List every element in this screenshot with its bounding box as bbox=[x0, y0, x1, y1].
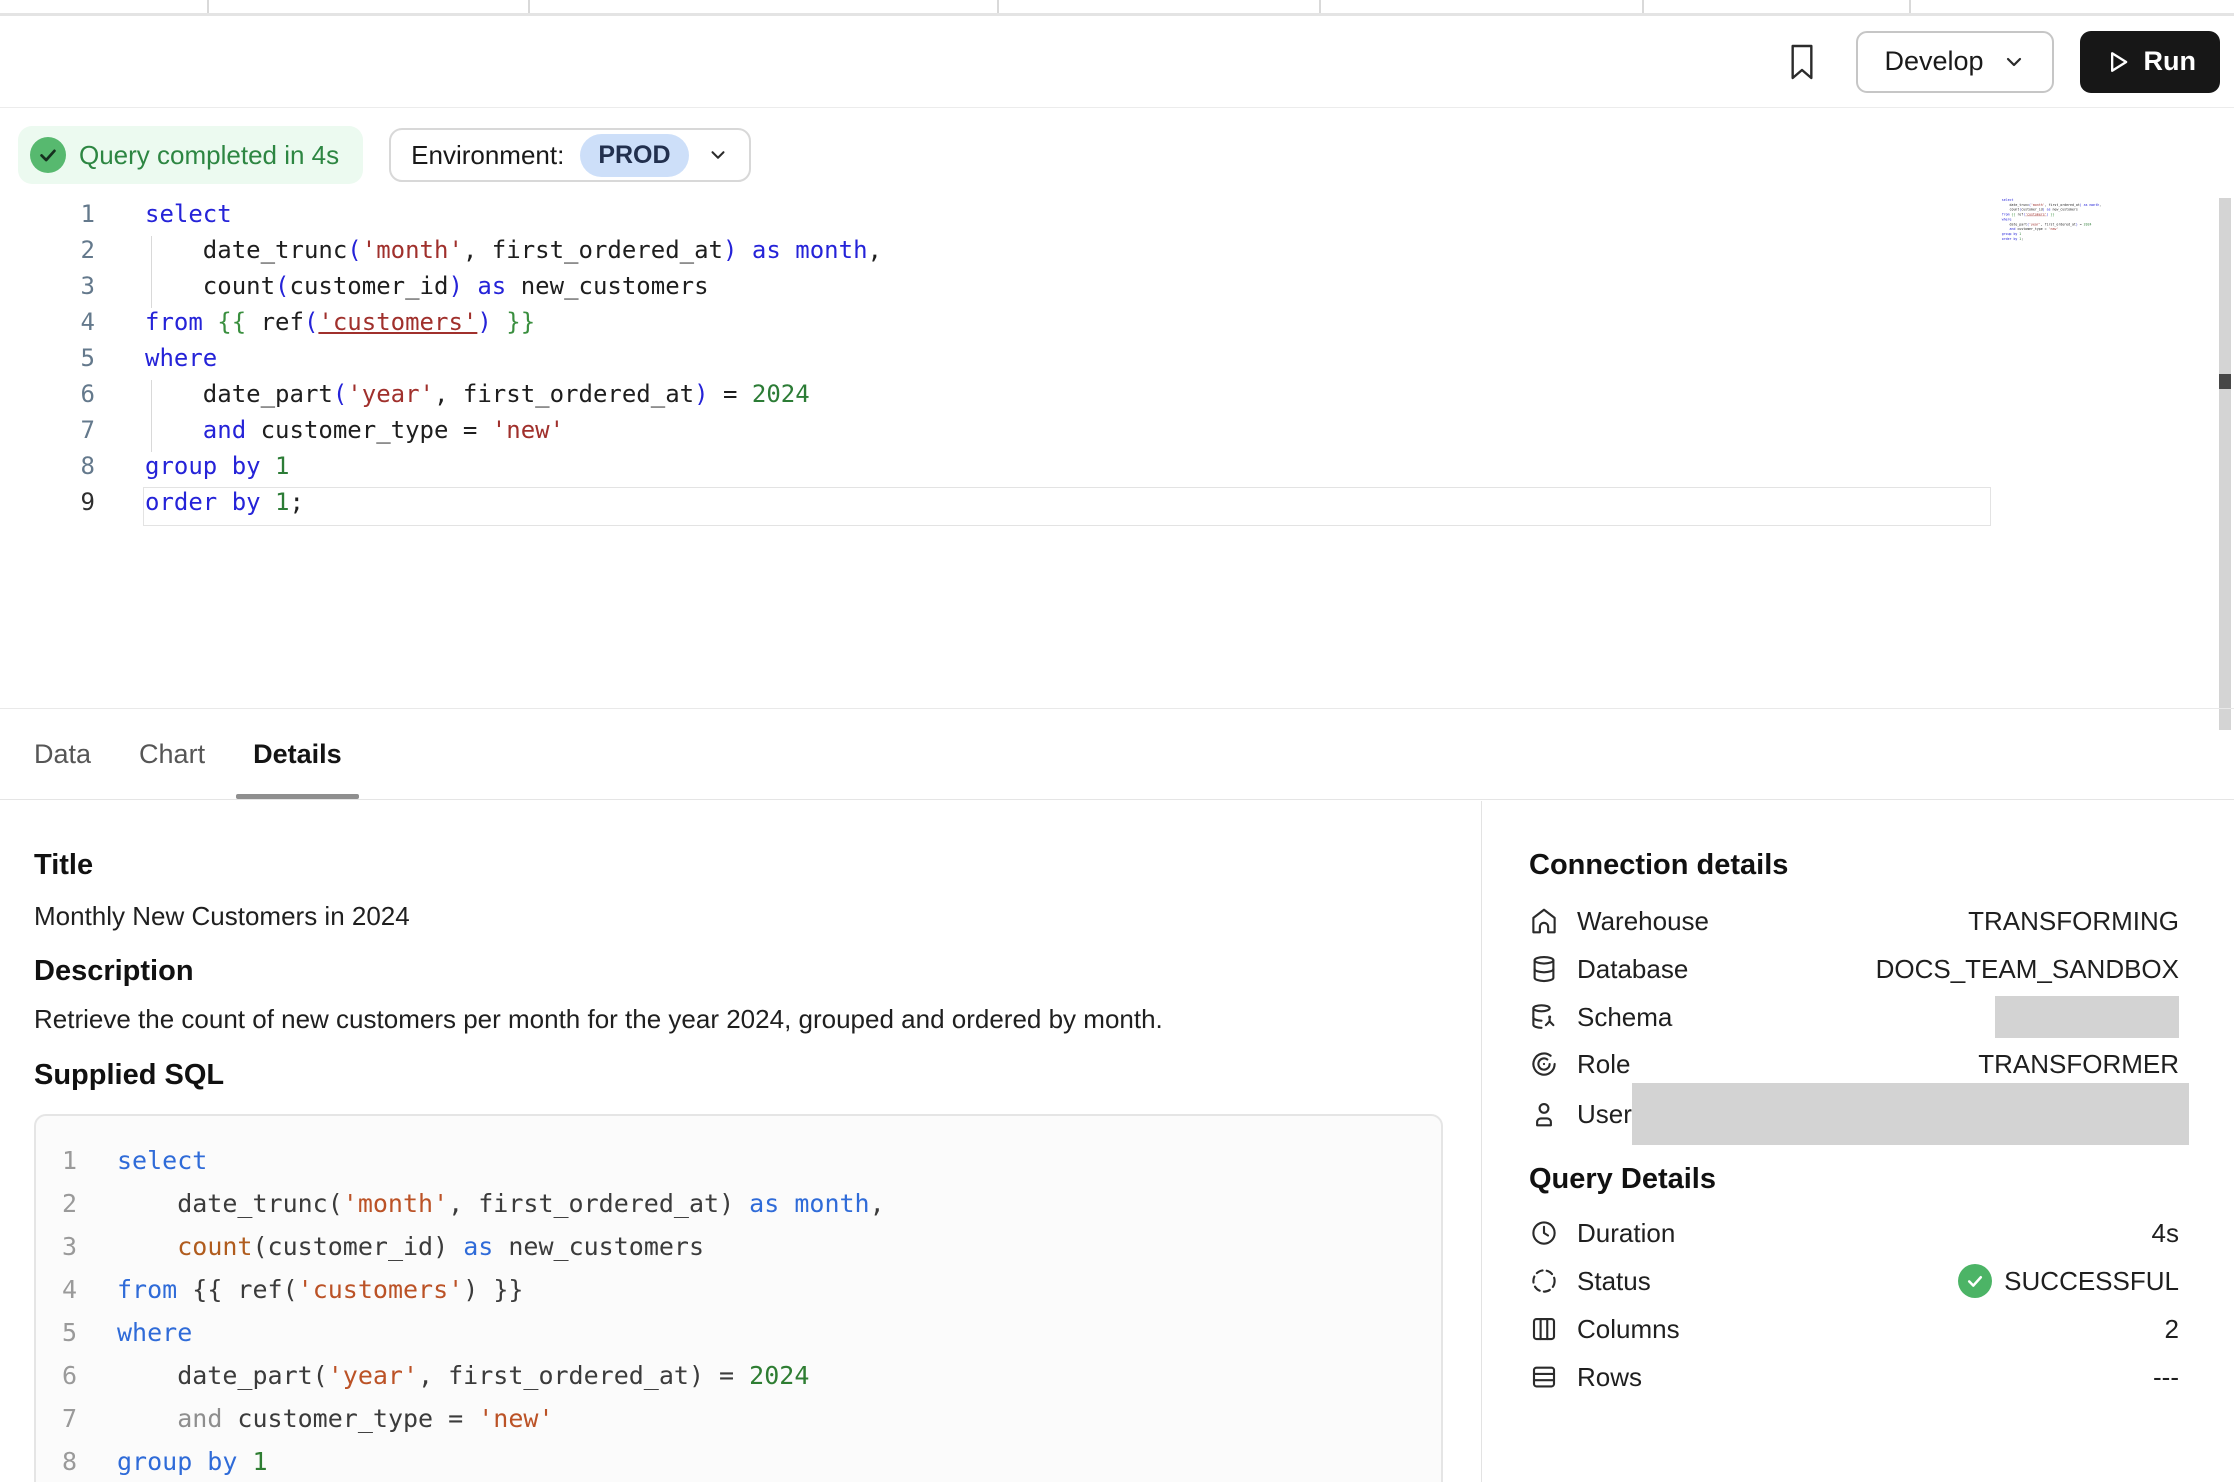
status-row: Query completed in 4s Environment: PROD bbox=[0, 109, 2234, 201]
row-value: 2 bbox=[2165, 1314, 2179, 1345]
play-icon bbox=[2104, 48, 2132, 76]
scrollbar-handle[interactable] bbox=[2219, 374, 2231, 389]
row-value: --- bbox=[2153, 1362, 2179, 1393]
run-label: Run bbox=[2144, 46, 2196, 77]
connection-row-user: User bbox=[1529, 1090, 2179, 1138]
minimap-code: select date_trunc('month', first_ordered… bbox=[1995, 198, 2101, 242]
supplied-sql-heading: Supplied SQL bbox=[34, 1059, 224, 1092]
query-status-text: Query completed in 4s bbox=[79, 140, 339, 171]
editor-minimap[interactable]: select date_trunc('month', first_ordered… bbox=[1995, 198, 2101, 258]
app-screen: Develop Run Query completed i bbox=[0, 0, 2234, 1482]
row-label: Status bbox=[1577, 1266, 1651, 1297]
success-check-icon bbox=[1958, 1264, 1992, 1298]
status-icon bbox=[1529, 1266, 1563, 1296]
connection-row-schema: Schema bbox=[1529, 993, 2179, 1041]
query-status-badge: Query completed in 4s bbox=[18, 126, 363, 184]
query-row-rows: Rows --- bbox=[1529, 1353, 2179, 1401]
active-line-highlight bbox=[143, 487, 1991, 526]
top-strip-divider bbox=[1909, 0, 1911, 13]
environment-value-chip: PROD bbox=[580, 134, 688, 177]
indent-guide bbox=[151, 380, 152, 452]
title-heading: Title bbox=[34, 849, 93, 882]
connection-row-warehouse: Warehouse TRANSFORMING bbox=[1529, 897, 2179, 945]
check-circle-icon bbox=[30, 137, 66, 173]
row-label: Columns bbox=[1577, 1314, 1680, 1345]
bookmark-icon bbox=[1786, 43, 1818, 81]
editor-code: 1select2 date_trunc('month', first_order… bbox=[0, 200, 2234, 524]
description-value: Retrieve the count of new customers per … bbox=[34, 1004, 1163, 1035]
row-value-redacted bbox=[1995, 996, 2179, 1038]
editor-scrollbar[interactable] bbox=[2219, 198, 2231, 730]
duration-icon bbox=[1529, 1218, 1563, 1248]
chevron-down-icon bbox=[707, 144, 729, 166]
header-toolbar: Develop Run bbox=[0, 16, 2234, 108]
query-row-status: Status SUCCESSFUL bbox=[1529, 1257, 2179, 1305]
status-text: SUCCESSFUL bbox=[2004, 1266, 2179, 1297]
top-strip bbox=[0, 0, 2234, 16]
details-right-panel: Connection details Warehouse TRANSFORMIN… bbox=[1481, 801, 2234, 1482]
description-heading: Description bbox=[34, 955, 194, 988]
row-label: User bbox=[1577, 1099, 1632, 1130]
row-label: Duration bbox=[1577, 1218, 1675, 1249]
top-strip-divider bbox=[997, 0, 999, 13]
top-strip-divider bbox=[528, 0, 530, 13]
schema-icon bbox=[1529, 1002, 1563, 1032]
row-label: Schema bbox=[1577, 1002, 1672, 1033]
status-value: SUCCESSFUL bbox=[1958, 1264, 2179, 1298]
rows-icon bbox=[1529, 1362, 1563, 1392]
row-value: TRANSFORMER bbox=[1978, 1049, 2179, 1080]
row-value: DOCS_TEAM_SANDBOX bbox=[1876, 954, 2179, 985]
row-value-redacted bbox=[1632, 1083, 2189, 1145]
tab-data[interactable]: Data bbox=[34, 709, 91, 799]
row-label: Warehouse bbox=[1577, 906, 1709, 937]
develop-dropdown[interactable]: Develop bbox=[1856, 31, 2053, 93]
row-label: Role bbox=[1577, 1049, 1630, 1080]
row-label: Database bbox=[1577, 954, 1688, 985]
query-row-duration: Duration 4s bbox=[1529, 1209, 2179, 1257]
connection-details-heading: Connection details bbox=[1529, 849, 1788, 882]
results-tabbar: Data Chart Details bbox=[0, 708, 2234, 800]
top-strip-divider bbox=[1642, 0, 1644, 13]
tab-chart[interactable]: Chart bbox=[139, 709, 205, 799]
develop-label: Develop bbox=[1884, 46, 1983, 77]
sql-editor[interactable]: 1select2 date_trunc('month', first_order… bbox=[0, 200, 2234, 703]
query-details-heading: Query Details bbox=[1529, 1163, 1716, 1196]
chevron-down-icon bbox=[2002, 50, 2026, 74]
details-panel: Title Monthly New Customers in 2024 Desc… bbox=[0, 801, 2234, 1482]
connection-row-database: Database DOCS_TEAM_SANDBOX bbox=[1529, 945, 2179, 993]
redacted-value bbox=[1632, 1083, 2189, 1145]
run-button[interactable]: Run bbox=[2080, 31, 2220, 93]
top-strip-divider bbox=[207, 0, 209, 13]
details-left-column: Title Monthly New Customers in 2024 Desc… bbox=[0, 801, 1481, 1482]
environment-selector[interactable]: Environment: PROD bbox=[389, 128, 750, 182]
columns-icon bbox=[1529, 1314, 1563, 1344]
redacted-value bbox=[1995, 996, 2179, 1038]
indent-guide bbox=[151, 236, 152, 308]
user-icon bbox=[1529, 1099, 1563, 1129]
supplied-sql-block: 1select2 date_trunc('month', first_order… bbox=[34, 1114, 1443, 1482]
bookmark-button[interactable] bbox=[1786, 43, 1818, 81]
environment-label: Environment: bbox=[411, 140, 564, 171]
role-icon bbox=[1529, 1049, 1563, 1079]
database-icon bbox=[1529, 954, 1563, 984]
row-value: TRANSFORMING bbox=[1968, 906, 2179, 937]
row-value: 4s bbox=[2152, 1218, 2179, 1249]
connection-row-role: Role TRANSFORMER bbox=[1529, 1040, 2179, 1088]
query-row-columns: Columns 2 bbox=[1529, 1305, 2179, 1353]
row-label: Rows bbox=[1577, 1362, 1642, 1393]
title-value: Monthly New Customers in 2024 bbox=[34, 901, 410, 932]
top-strip-divider bbox=[1319, 0, 1321, 13]
warehouse-icon bbox=[1529, 906, 1563, 936]
tab-details[interactable]: Details bbox=[253, 709, 342, 799]
